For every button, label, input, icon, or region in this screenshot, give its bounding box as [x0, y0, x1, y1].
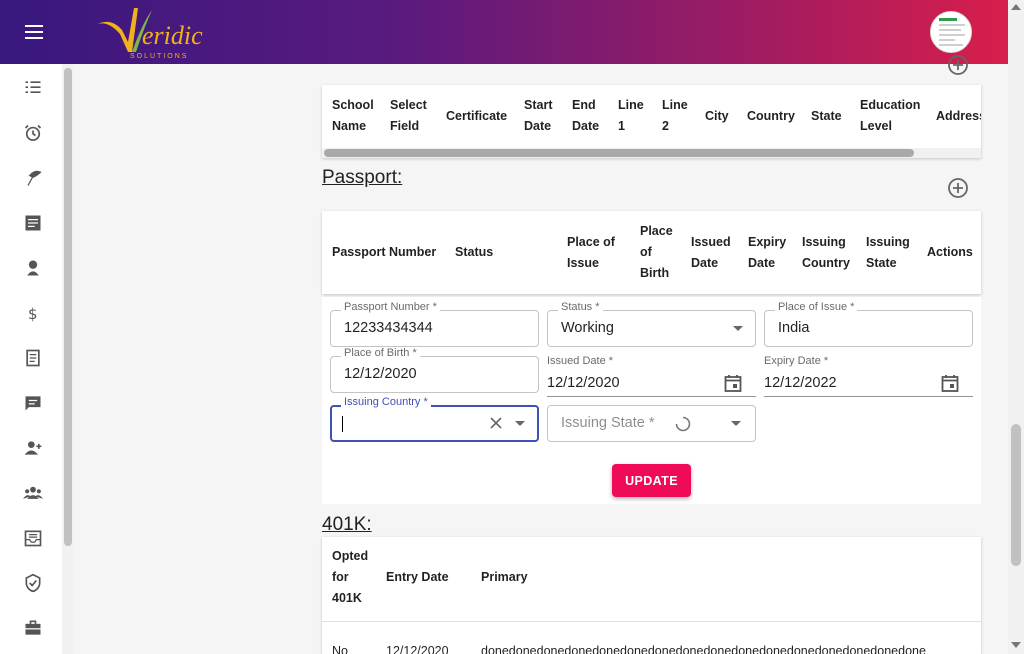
column-header: Line 1: [618, 98, 644, 133]
k401-title: 401K:: [322, 514, 372, 535]
horizontal-scrollbar-thumb[interactable]: [324, 149, 914, 157]
status-label: Status *: [558, 301, 603, 313]
issuing-state-dropdown-icon[interactable]: [731, 421, 741, 426]
column-header: Address: [936, 109, 981, 123]
status-dropdown-icon[interactable]: [733, 326, 743, 331]
menu-icon[interactable]: [22, 22, 46, 42]
dollar-icon[interactable]: $: [21, 301, 45, 325]
scroll-up-arrow-icon[interactable]: [1011, 4, 1021, 10]
update-button[interactable]: UPDATE: [612, 464, 691, 497]
add-passport-icon[interactable]: [947, 177, 969, 199]
column-header: Place of Birth: [640, 224, 673, 280]
issuing-country-label: Issuing Country *: [341, 396, 431, 408]
column-header: End Date: [572, 98, 600, 133]
top-app-bar: eridic SOLUTIONS: [0, 0, 1008, 64]
issuing-country-dropdown-icon[interactable]: [515, 421, 525, 426]
column-header: Status: [455, 245, 494, 259]
feather-icon[interactable]: [21, 166, 45, 190]
opted-cell: No: [332, 644, 348, 654]
column-header: Issuing State: [866, 235, 910, 270]
passport-number-value: 12233434344: [344, 320, 433, 336]
calendar-icon[interactable]: [941, 374, 959, 392]
group-icon[interactable]: [21, 481, 45, 505]
briefcase-icon[interactable]: [21, 616, 45, 640]
column-header: Start Date: [524, 98, 553, 133]
article-icon[interactable]: [21, 211, 45, 235]
k401-table: Opted for 401K Entry Date Primary No 12/…: [322, 537, 981, 654]
add-user-icon[interactable]: [21, 436, 45, 460]
column-header: Education Level: [860, 98, 921, 133]
user-avatar[interactable]: [930, 11, 972, 53]
column-header: Select Field: [390, 98, 427, 133]
document-icon[interactable]: [21, 346, 45, 370]
passport-table-header: Passport Number Status Place of Issue Pl…: [322, 211, 981, 294]
company-logo[interactable]: eridic SOLUTIONS: [92, 4, 210, 60]
loading-spinner-icon: [675, 416, 691, 432]
column-header: Entry Date: [386, 570, 449, 584]
calendar-icon[interactable]: [724, 374, 742, 392]
place-of-issue-label: Place of Issue *: [775, 301, 858, 313]
verified-icon[interactable]: [21, 571, 45, 595]
chat-icon[interactable]: [21, 391, 45, 415]
issuing-country-input[interactable]: [330, 405, 539, 442]
column-header: Country: [747, 109, 795, 123]
passport-title: Passport:: [322, 167, 403, 188]
column-header: Place of Issue: [567, 235, 615, 270]
svg-text:eridic: eridic: [142, 21, 203, 50]
column-header: Expiry Date: [748, 235, 787, 270]
sidebar-scrollbar-thumb[interactable]: [64, 68, 72, 546]
status-value: Working: [561, 320, 614, 336]
column-header: Issued Date: [691, 235, 731, 270]
column-header: School Name: [332, 98, 374, 133]
column-header: Line 2: [662, 98, 688, 133]
alarm-icon[interactable]: [21, 121, 45, 145]
column-header: Issuing Country: [802, 235, 850, 270]
issuing-state-placeholder: Issuing State *: [561, 415, 655, 431]
sidebar: $: [0, 64, 62, 654]
clear-icon[interactable]: [489, 416, 503, 430]
expiry-date-value: 12/12/2022: [764, 375, 837, 391]
scroll-down-arrow-icon[interactable]: [1011, 642, 1021, 648]
column-header: Certificate: [446, 109, 508, 123]
place-of-issue-value: India: [778, 320, 810, 336]
row-divider: [322, 621, 981, 622]
place-of-birth-value: 12/12/2020: [344, 366, 417, 382]
column-header: Opted for 401K: [332, 549, 369, 605]
add-education-icon[interactable]: [947, 54, 969, 76]
entry-date-cell: 12/12/2020: [386, 644, 449, 654]
text-cursor: [342, 416, 343, 432]
passport-number-label: Passport Number *: [341, 301, 440, 313]
checklist-icon[interactable]: [21, 76, 45, 100]
svg-text:$: $: [28, 305, 38, 323]
issued-date-label: Issued Date *: [547, 355, 614, 367]
expiry-date-label: Expiry Date *: [764, 355, 829, 367]
svg-text:SOLUTIONS: SOLUTIONS: [130, 53, 188, 60]
place-of-birth-label: Place of Birth *: [341, 347, 420, 359]
admin-icon[interactable]: [21, 256, 45, 280]
education-table: School Name Select Field Certificate Sta…: [322, 85, 981, 158]
column-header: City: [705, 109, 729, 123]
column-header: State: [811, 109, 842, 123]
column-header: Primary: [481, 570, 528, 584]
primary-cell: donedonedonedonedonedonedonedonedonedone…: [481, 644, 926, 654]
page-scrollbar-thumb[interactable]: [1011, 424, 1021, 566]
column-header: Actions: [927, 245, 973, 259]
column-header: Passport Number: [332, 245, 437, 259]
inbox-icon[interactable]: [21, 526, 45, 550]
issued-date-value: 12/12/2020: [547, 375, 620, 391]
